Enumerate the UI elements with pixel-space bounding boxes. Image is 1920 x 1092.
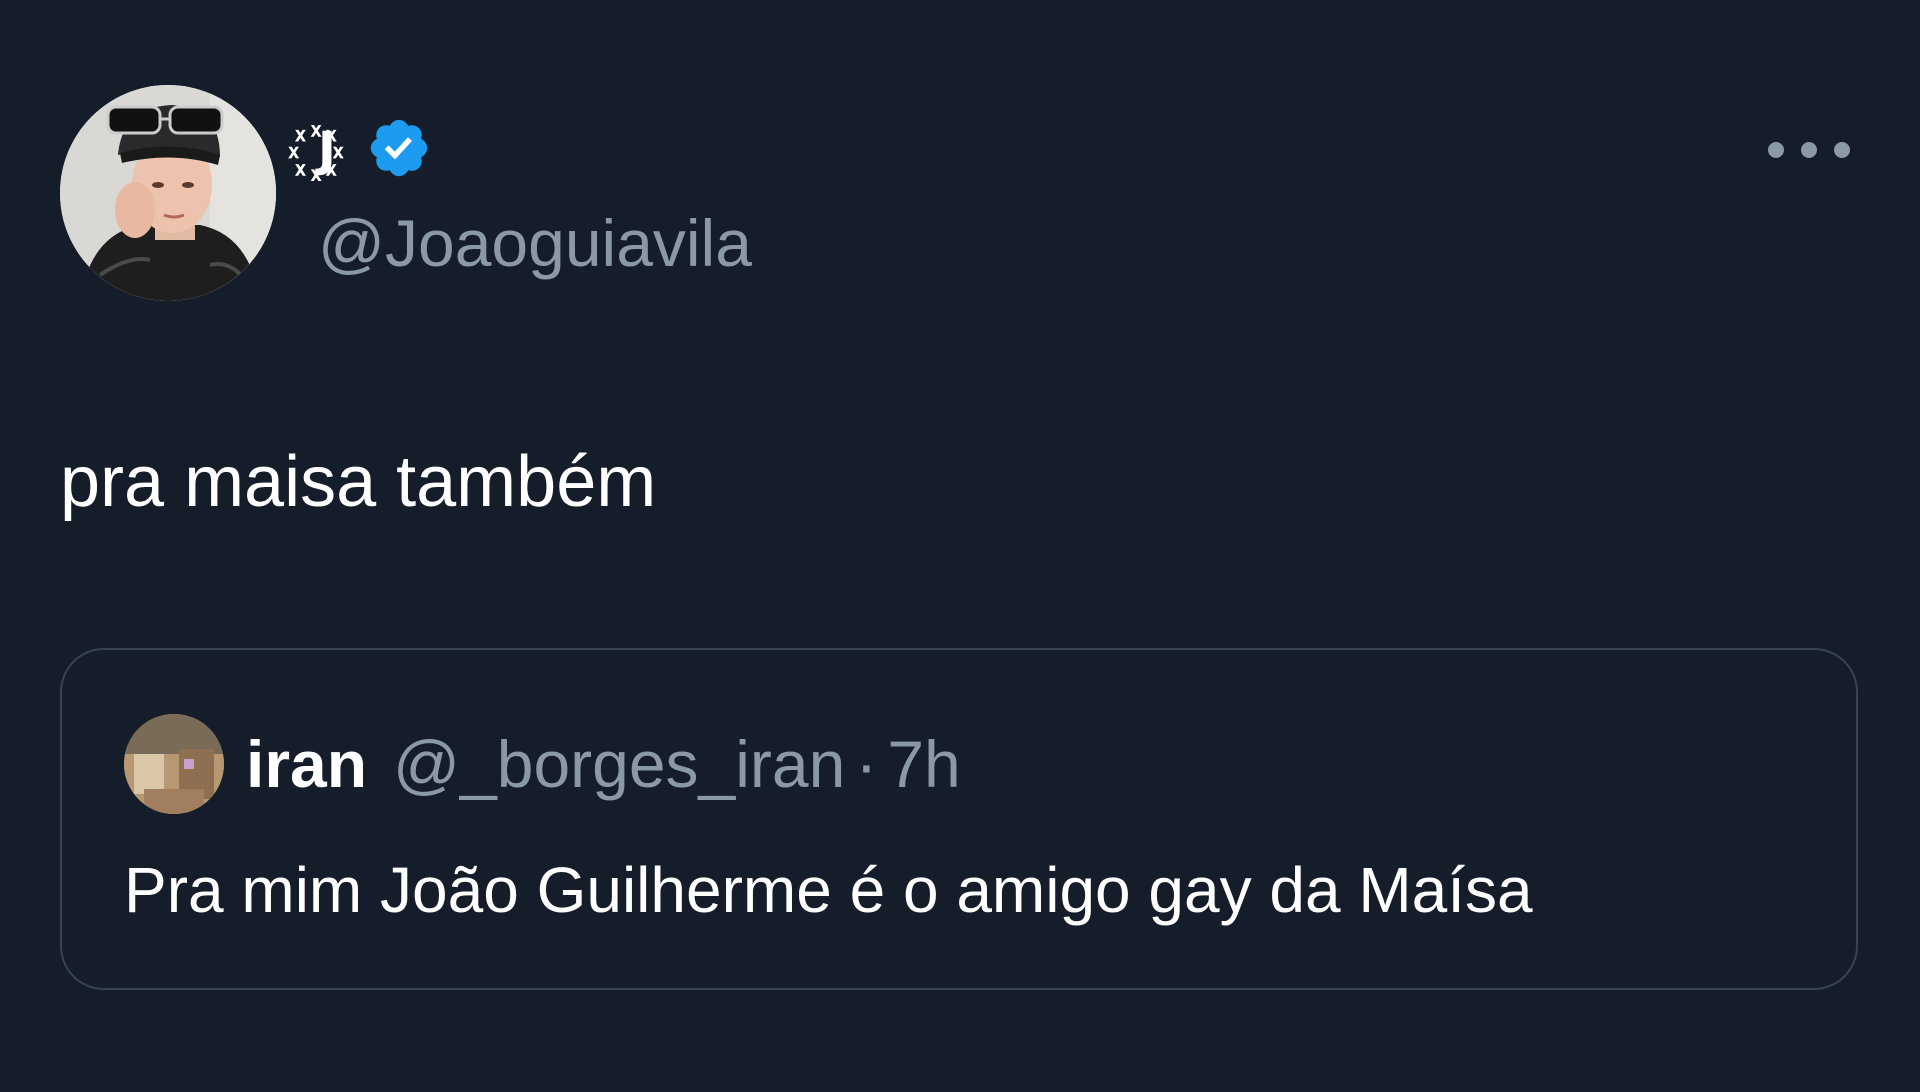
quoted-tweet-text: Pra mim João Guilherme é o amigo gay da … bbox=[124, 854, 1533, 926]
more-horizontal-icon bbox=[1768, 142, 1784, 158]
tweet: ꙰J @Joaoguiavila pra maisa também iran @… bbox=[0, 0, 1920, 1092]
quoted-tweet-header: iran @_borges_iran · 7h bbox=[246, 720, 961, 808]
quoted-separator: · bbox=[855, 727, 878, 801]
quoted-author-avatar-image bbox=[124, 714, 224, 814]
quoted-tweet-card[interactable]: iran @_borges_iran · 7h Pra mim João Gui… bbox=[60, 648, 1858, 990]
author-display-name[interactable]: ꙰J bbox=[316, 116, 338, 181]
tweet-text: pra maisa também bbox=[60, 442, 657, 522]
more-horizontal-icon bbox=[1834, 142, 1850, 158]
quoted-timestamp[interactable]: 7h bbox=[887, 726, 960, 802]
quoted-author-avatar[interactable] bbox=[124, 714, 224, 814]
quoted-author-handle[interactable]: @_borges_iran bbox=[393, 726, 845, 802]
author-avatar-image bbox=[60, 85, 276, 301]
author-name-row[interactable]: ꙰J bbox=[316, 112, 432, 184]
more-horizontal-icon bbox=[1801, 142, 1817, 158]
more-options-button[interactable] bbox=[1768, 128, 1850, 172]
quoted-author-name[interactable]: iran bbox=[246, 726, 367, 802]
verified-badge-icon bbox=[370, 119, 428, 177]
author-handle[interactable]: @Joaoguiavila bbox=[318, 205, 752, 281]
author-avatar[interactable] bbox=[60, 85, 276, 301]
